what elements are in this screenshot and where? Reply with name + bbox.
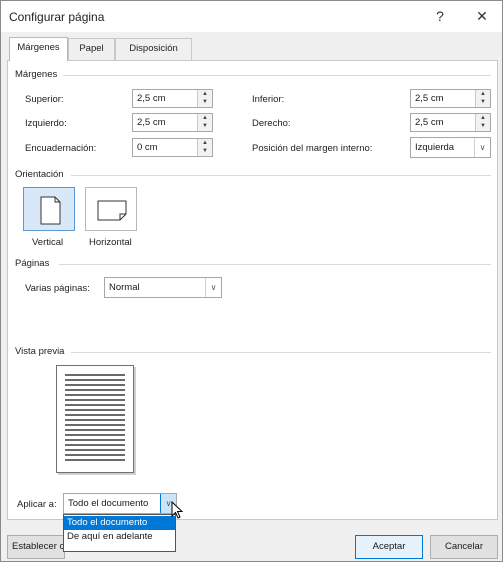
multiple-pages-select[interactable]: Normal ∨ — [104, 277, 222, 298]
preview-page — [56, 365, 134, 473]
preview-line — [65, 419, 125, 421]
bottom-margin-arrows[interactable]: ▲ ▼ — [475, 90, 490, 107]
multiple-pages-value: Normal — [109, 282, 140, 293]
spin-up-icon[interactable]: ▲ — [198, 114, 212, 122]
gutter-position-label: Posición del margen interno: — [252, 143, 373, 154]
pages-section-title: Páginas — [15, 258, 50, 269]
bottom-margin-label: Inferior: — [252, 94, 285, 105]
apply-option-from-here[interactable]: De aquí en adelante — [64, 530, 175, 544]
preview-line — [65, 424, 125, 426]
landscape-button[interactable] — [85, 187, 137, 231]
portrait-page-icon — [40, 196, 61, 225]
title-bar: Configurar página ? ✕ — [1, 1, 502, 32]
bottom-margin-input[interactable] — [411, 90, 475, 107]
spin-up-icon[interactable]: ▲ — [476, 114, 490, 122]
preview-line — [65, 444, 125, 446]
preview-line — [65, 454, 125, 456]
spin-down-icon[interactable]: ▼ — [476, 122, 490, 130]
portrait-label: Vertical — [32, 237, 64, 248]
preview-section-title: Vista previa — [15, 346, 65, 357]
dialog-title: Configurar página — [9, 10, 105, 24]
chevron-down-icon[interactable]: ∨ — [205, 278, 221, 297]
right-margin-label: Derecho: — [252, 118, 291, 129]
help-button[interactable]: ? — [425, 5, 455, 27]
top-margin-input[interactable] — [133, 90, 197, 107]
gutter-spinner[interactable]: ▲▼ — [132, 138, 213, 157]
preview-line — [65, 399, 125, 401]
orientation-separator — [71, 175, 491, 176]
preview-line — [65, 414, 125, 416]
preview-line — [65, 434, 125, 436]
left-margin-input[interactable] — [133, 114, 197, 131]
tab-margins[interactable]: Márgenes — [9, 37, 68, 61]
bottom-margin-spinner[interactable]: ▲▼ — [410, 89, 491, 108]
portrait-button[interactable] — [23, 187, 75, 231]
gutter-position-value: Izquierda — [415, 142, 455, 153]
preview-line — [65, 374, 125, 376]
margins-separator — [63, 75, 491, 76]
chevron-down-icon[interactable]: ∨ — [474, 138, 490, 157]
tab-layout[interactable]: Disposición — [115, 38, 192, 60]
preview-line — [65, 459, 125, 461]
spin-down-icon[interactable]: ▼ — [476, 98, 490, 106]
apply-to-select[interactable]: Todo el documento ∨ — [63, 493, 177, 514]
preview-separator — [71, 352, 491, 353]
landscape-page-icon — [97, 200, 127, 221]
page-setup-dialog: Configurar página ? ✕ Márgenes Papel Dis… — [0, 0, 503, 562]
spin-up-icon[interactable]: ▲ — [198, 139, 212, 147]
left-margin-label: Izquierdo: — [25, 118, 67, 129]
right-margin-input[interactable] — [411, 114, 475, 131]
preview-line — [65, 409, 125, 411]
pages-separator — [59, 264, 491, 265]
cancel-button[interactable]: Cancelar — [430, 535, 498, 559]
left-margin-arrows[interactable]: ▲ ▼ — [197, 114, 212, 131]
preview-line — [65, 404, 125, 406]
gutter-input[interactable] — [133, 139, 197, 156]
apply-option-whole-document[interactable]: Todo el documento — [64, 516, 175, 530]
right-margin-spinner[interactable]: ▲▼ — [410, 113, 491, 132]
orientation-section-title: Orientación — [15, 169, 64, 180]
gutter-arrows[interactable]: ▲ ▼ — [197, 139, 212, 156]
preview-line — [65, 394, 125, 396]
top-margin-arrows[interactable]: ▲ ▼ — [197, 90, 212, 107]
spin-down-icon[interactable]: ▼ — [198, 98, 212, 106]
spin-up-icon[interactable]: ▲ — [198, 90, 212, 98]
spin-down-icon[interactable]: ▼ — [198, 122, 212, 130]
right-margin-arrows[interactable]: ▲ ▼ — [475, 114, 490, 131]
top-margin-label: Superior: — [25, 94, 64, 105]
close-button[interactable]: ✕ — [467, 5, 497, 27]
tab-paper[interactable]: Papel — [68, 38, 115, 60]
spin-up-icon[interactable]: ▲ — [476, 90, 490, 98]
gutter-label: Encuadernación: — [25, 143, 97, 154]
preview-line — [65, 439, 125, 441]
gutter-position-select[interactable]: Izquierda ∨ — [410, 137, 491, 158]
preview-line — [65, 389, 125, 391]
multiple-pages-label: Varias páginas: — [25, 283, 90, 294]
preview-line — [65, 449, 125, 451]
apply-to-dropdown-list: Todo el documento De aquí en adelante — [63, 514, 176, 552]
left-margin-spinner[interactable]: ▲▼ — [132, 113, 213, 132]
margins-section-title: Márgenes — [15, 69, 58, 80]
preview-line — [65, 429, 125, 431]
preview-line — [65, 379, 125, 381]
mouse-cursor-icon — [171, 501, 184, 519]
preview-line — [65, 384, 125, 386]
apply-to-value: Todo el documento — [68, 498, 149, 509]
spin-down-icon[interactable]: ▼ — [198, 147, 212, 155]
apply-to-label: Aplicar a: — [17, 499, 57, 510]
top-margin-spinner[interactable]: ▲▼ — [132, 89, 213, 108]
landscape-label: Horizontal — [89, 237, 132, 248]
ok-button[interactable]: Aceptar — [355, 535, 423, 559]
set-as-default-button[interactable]: Establecer c — [7, 535, 65, 559]
